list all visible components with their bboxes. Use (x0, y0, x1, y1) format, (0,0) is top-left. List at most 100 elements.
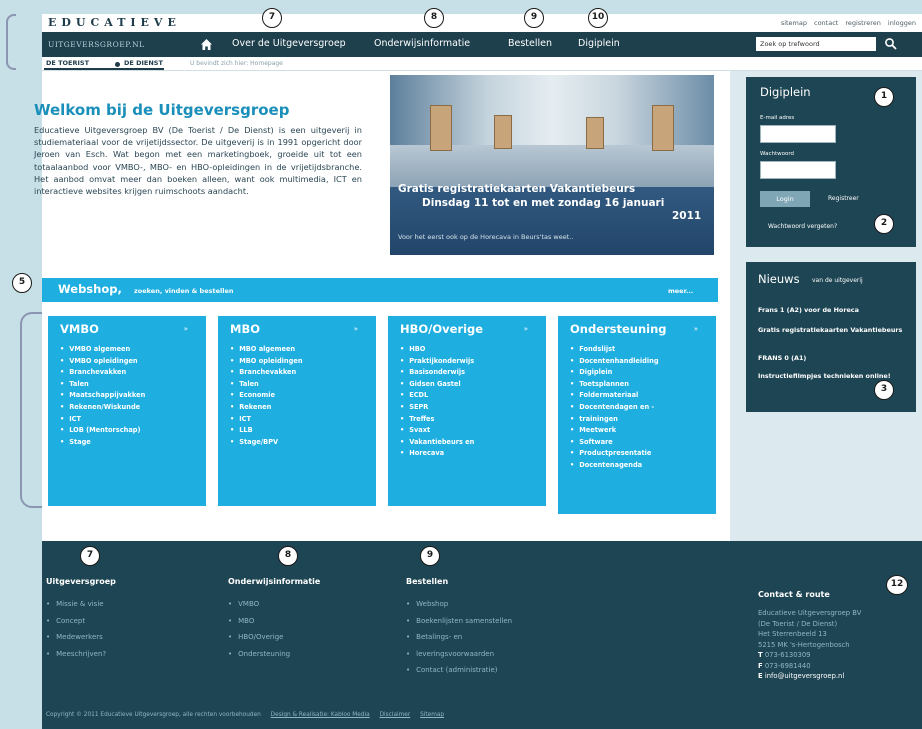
password-field[interactable] (760, 161, 836, 179)
list-item[interactable]: LLB (230, 425, 303, 437)
news-item[interactable]: Frans 1 (A2) voor de Horeca (758, 306, 908, 314)
footer-link[interactable]: leveringsvoorwaarden (406, 646, 512, 663)
news-item[interactable]: Gratis registratiekaarten Vakantiebeurs (758, 326, 908, 334)
list-item[interactable]: Branchevakken (230, 367, 303, 379)
nav-digiplein[interactable]: Digiplein (578, 38, 620, 49)
site-name[interactable]: UITGEVERSGROEP.NL (48, 40, 145, 49)
news-item[interactable]: Instructiefilmpjes technieken online! (758, 372, 908, 380)
nav-bestellen[interactable]: Bestellen (508, 38, 552, 49)
email-field[interactable] (760, 125, 836, 143)
category-title[interactable]: HBO/Overige (400, 322, 483, 336)
footer-link[interactable]: Concept (46, 613, 106, 630)
brand-de-dienst[interactable]: DE DIENST (124, 59, 163, 67)
footer-link[interactable]: HBO/Overige (228, 629, 290, 646)
news-item[interactable]: FRANS 0 (A1) (758, 354, 908, 362)
forgot-password-link[interactable]: Wachtwoord vergeten? (768, 223, 837, 230)
list-item[interactable]: ICT (230, 414, 303, 426)
search-input[interactable]: Zoek op trefwoord (756, 37, 876, 51)
footer-link[interactable]: Medewerkers (46, 629, 106, 646)
category-title[interactable]: MBO (230, 322, 260, 336)
list-item[interactable]: ICT (60, 414, 145, 426)
list-item[interactable]: Productpresentatie (570, 448, 659, 460)
chevron-right-icon[interactable]: » (184, 325, 188, 333)
list-item[interactable]: SEPR (400, 402, 474, 414)
list-item[interactable]: Treffes (400, 414, 474, 426)
footer-link[interactable]: Ondersteuning (228, 646, 290, 663)
list-item[interactable]: Docentenagenda (570, 460, 659, 472)
list-item[interactable]: Vakantiebeurs en (400, 437, 474, 449)
list-item[interactable]: Talen (60, 379, 145, 391)
list-item[interactable]: Docentendagen en - (570, 402, 659, 414)
list-item[interactable]: Toetsplannen (570, 379, 659, 391)
list-item[interactable]: Svaxt (400, 425, 474, 437)
copyright-text: Copyright © 2011 Educatieve Uitgeversgro… (46, 712, 261, 718)
category-title[interactable]: VMBO (60, 322, 99, 336)
login-link[interactable]: inloggen (888, 19, 916, 27)
list-item[interactable]: Praktijkonderwijs (400, 356, 474, 368)
disclaimer-link[interactable]: Disclaimer (380, 712, 411, 718)
footer-link[interactable]: MBO (228, 613, 290, 630)
list-item[interactable]: Rekenen/Wiskunde (60, 402, 145, 414)
email-label: E-mail adres (760, 115, 795, 121)
footer-link[interactable]: Missie & visie (46, 596, 106, 613)
list-item[interactable]: Talen (230, 379, 303, 391)
home-icon[interactable] (200, 38, 213, 51)
list-item[interactable]: Stage (60, 437, 145, 449)
list-item[interactable]: HBO (400, 344, 474, 356)
contact-email: E info@uitgeversgroep.nl (758, 671, 861, 682)
webshop-subtitle: zoeken, vinden & bestellen (134, 287, 234, 295)
footer-link[interactable]: Webshop (406, 596, 512, 613)
list-item[interactable]: Meetwerk (570, 425, 659, 437)
chevron-right-icon[interactable]: » (354, 325, 358, 333)
webshop-title: Webshop, (58, 282, 122, 296)
list-item[interactable]: Foldermateriaal (570, 390, 659, 402)
list-item[interactable]: Basisonderwijs (400, 367, 474, 379)
credits-link[interactable]: Design & Realisatie: Kabloo Media (271, 712, 370, 718)
register-link[interactable]: Registreer (828, 195, 859, 202)
list-item[interactable]: Branchevakken (60, 367, 145, 379)
list-item[interactable]: Digiplein (570, 367, 659, 379)
list-item[interactable]: Stage/BPV (230, 437, 303, 449)
brand-de-toerist[interactable]: DE TOERIST (46, 59, 89, 67)
footer-link[interactable]: Meeschrijven? (46, 646, 106, 663)
list-item[interactable]: Gidsen Gastel (400, 379, 474, 391)
footer-link[interactable]: Betalings- en (406, 629, 512, 646)
email-link[interactable]: info@uitgeversgroep.nl (765, 672, 844, 680)
search-icon[interactable] (884, 37, 898, 51)
register-link[interactable]: registreren (845, 19, 881, 27)
list-item[interactable]: Docentenhandleiding (570, 356, 658, 368)
chevron-right-icon[interactable]: » (524, 325, 528, 333)
webshop-bar[interactable]: Webshop, zoeken, vinden & bestellen meer… (42, 278, 718, 302)
list-item[interactable]: ECDL (400, 390, 474, 402)
category-title[interactable]: Ondersteuning (570, 322, 667, 336)
nav-onderwijsinformatie[interactable]: Onderwijsinformatie (374, 38, 470, 49)
list-item[interactable]: trainingen (570, 414, 659, 426)
webshop-more-link[interactable]: meer... (668, 287, 693, 295)
logo[interactable]: EDUCATIEVE (48, 16, 181, 29)
hero-banner[interactable]: Gratis registratiekaarten Vakantiebeurs … (390, 75, 714, 255)
list-item[interactable]: Economie (230, 390, 303, 402)
contact-link[interactable]: contact (814, 19, 838, 27)
top-links: sitemap contact registreren inloggen (781, 19, 916, 27)
footer-title-bestellen: Bestellen (406, 577, 449, 586)
chevron-right-icon[interactable]: » (694, 325, 698, 333)
sitemap-link[interactable]: sitemap (781, 19, 807, 27)
list-item[interactable]: Fondslijst (570, 344, 659, 356)
list-item[interactable]: Horecava (400, 448, 474, 460)
list-item[interactable]: MBO algemeen (230, 344, 303, 356)
footer-link[interactable]: Boekenlijsten samenstellen (406, 613, 512, 630)
list-item[interactable]: VMBO algemeen (60, 344, 145, 356)
sitemap-link[interactable]: Sitemap (420, 712, 444, 718)
list-item[interactable]: VMBO opleidingen (60, 356, 145, 368)
list-item[interactable]: Software (570, 437, 659, 449)
brand-bar: DE TOERIST DE DIENST U bevindt zich hier… (42, 57, 922, 71)
callout-badge: 9 (524, 8, 544, 28)
login-button[interactable]: Login (760, 191, 810, 207)
list-item[interactable]: MBO opleidingen (230, 356, 302, 368)
list-item[interactable]: LOB (Mentorschap) (60, 425, 145, 437)
footer-link[interactable]: VMBO (228, 596, 290, 613)
list-item[interactable]: Maatschappijvakken (60, 390, 145, 402)
nav-over-uitgeversgroep[interactable]: Over de Uitgeversgroep (232, 38, 346, 49)
list-item[interactable]: Rekenen (230, 402, 303, 414)
footer-link[interactable]: Contact (administratie) (406, 662, 512, 679)
